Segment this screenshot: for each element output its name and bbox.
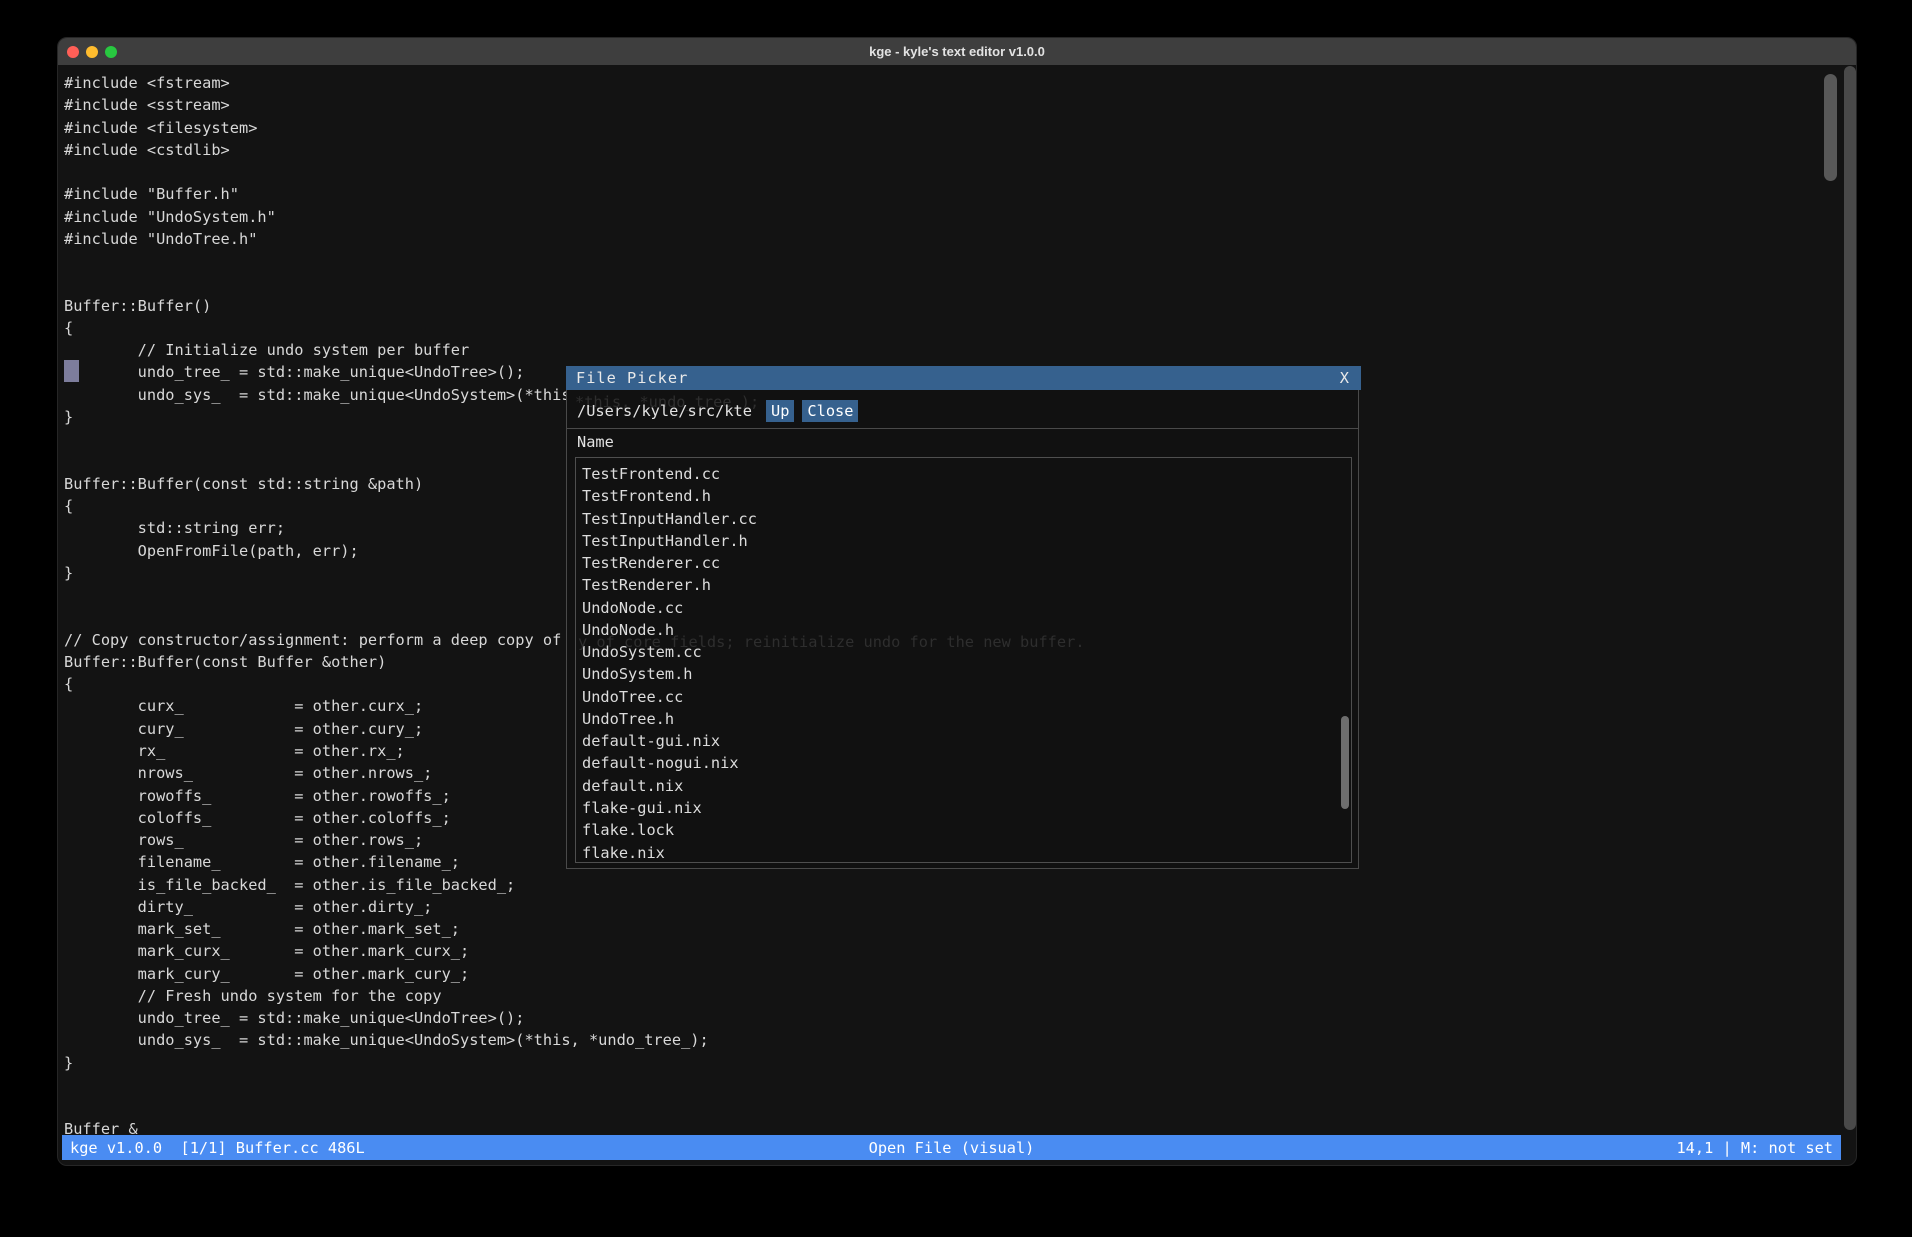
- editor-scrollbar-track[interactable]: [1844, 66, 1856, 1130]
- list-item[interactable]: UndoNode.cc: [582, 597, 1351, 619]
- list-item[interactable]: UndoSystem.h: [582, 663, 1351, 685]
- status-bar: kge v1.0.0 [1/1] Buffer.cc 486L Open Fil…: [62, 1135, 1841, 1160]
- file-picker-dialog: File Picker X *this, *undo_tree_); /User…: [566, 366, 1359, 869]
- desktop: kge - kyle's text editor v1.0.0 #include…: [0, 0, 1912, 1237]
- up-button[interactable]: Up: [766, 400, 794, 422]
- list-item[interactable]: TestRenderer.h: [582, 574, 1351, 596]
- file-list: y of core fields; reinitialize undo for …: [575, 457, 1352, 863]
- list-item[interactable]: TestInputHandler.h: [582, 530, 1351, 552]
- list-item[interactable]: default.nix: [582, 775, 1351, 797]
- name-column-header: Name: [577, 433, 614, 451]
- file-list-scrollbar-thumb[interactable]: [1341, 716, 1349, 809]
- list-item[interactable]: TestInputHandler.cc: [582, 508, 1351, 530]
- list-item[interactable]: default-nogui.nix: [582, 752, 1351, 774]
- dialog-close-icon[interactable]: X: [1340, 369, 1349, 387]
- window-title: kge - kyle's text editor v1.0.0: [58, 44, 1856, 59]
- list-item[interactable]: UndoSystem.cc: [582, 641, 1351, 663]
- list-item[interactable]: flake-gui.nix: [582, 797, 1351, 819]
- list-item[interactable]: UndoNode.h: [582, 619, 1351, 641]
- file-picker-titlebar[interactable]: File Picker X: [566, 366, 1361, 390]
- status-cursor-position: 14,1 | M: not set: [1676, 1139, 1833, 1157]
- window-titlebar: kge - kyle's text editor v1.0.0: [58, 38, 1856, 65]
- current-path: /Users/kyle/src/kte: [577, 402, 752, 420]
- list-item[interactable]: UndoTree.cc: [582, 686, 1351, 708]
- list-item[interactable]: TestFrontend.cc: [582, 463, 1351, 485]
- list-item[interactable]: flake.lock: [582, 819, 1351, 841]
- dialog-path-row: /Users/kyle/src/kte Up Close: [567, 393, 1358, 429]
- editor-scrollbar-thumb[interactable]: [1824, 74, 1837, 181]
- text-cursor: [64, 360, 79, 382]
- list-item[interactable]: flake.nix: [582, 842, 1351, 863]
- list-item[interactable]: UndoTree.h: [582, 708, 1351, 730]
- list-item[interactable]: default-gui.nix: [582, 730, 1351, 752]
- list-item[interactable]: TestRenderer.cc: [582, 552, 1351, 574]
- close-button[interactable]: Close: [802, 400, 858, 422]
- file-picker-title: File Picker: [576, 369, 688, 387]
- list-item[interactable]: TestFrontend.h: [582, 485, 1351, 507]
- status-mode: Open File (visual): [62, 1139, 1841, 1157]
- editor-window: kge - kyle's text editor v1.0.0 #include…: [57, 37, 1857, 1166]
